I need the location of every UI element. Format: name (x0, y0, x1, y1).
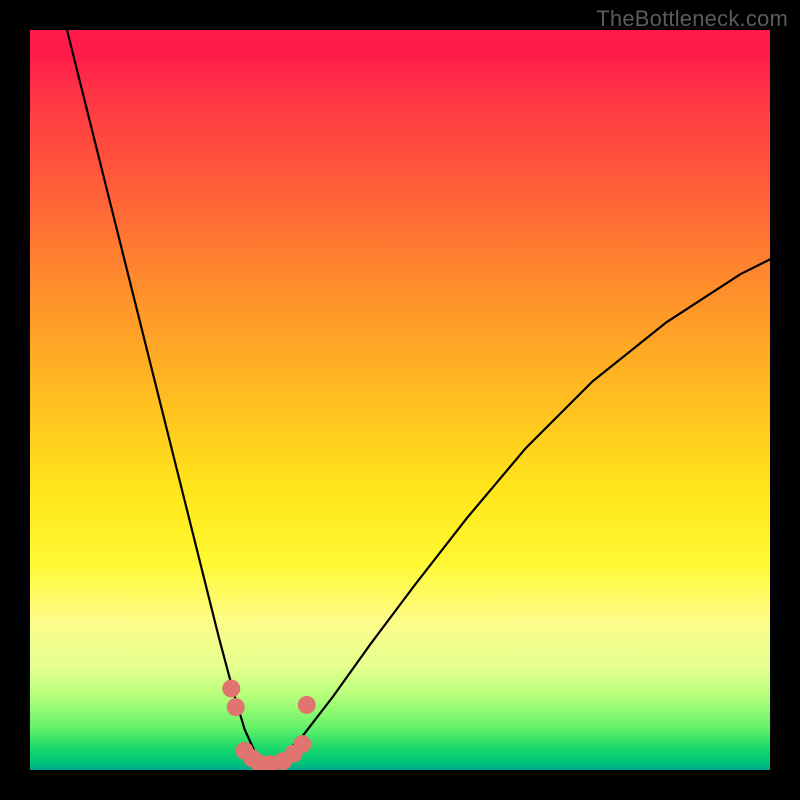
valley-marker-dot (298, 696, 316, 714)
valley-marker-dot (222, 680, 240, 698)
curve-svg-layer (30, 30, 770, 770)
curve-right-arm (267, 259, 770, 766)
valley-marker-dot (227, 698, 245, 716)
curve-left-arm (67, 30, 267, 766)
watermark-text: TheBottleneck.com (596, 6, 788, 32)
plot-area (30, 30, 770, 770)
chart-frame: TheBottleneck.com (0, 0, 800, 800)
valley-markers (222, 680, 315, 770)
valley-marker-dot (293, 735, 311, 753)
